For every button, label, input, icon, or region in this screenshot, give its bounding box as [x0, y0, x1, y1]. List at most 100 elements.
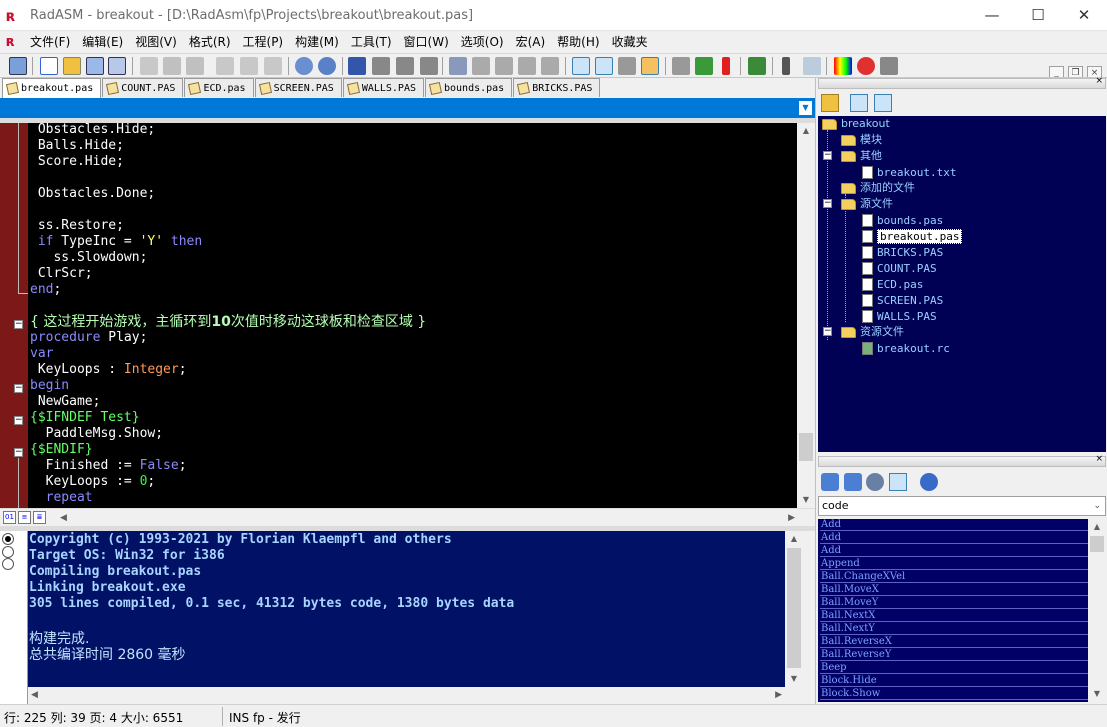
menu-item[interactable]: 文件(F) [24, 31, 76, 53]
code-list-item[interactable]: Ball.NextY [820, 623, 1088, 635]
data-view-icon[interactable] [844, 473, 862, 491]
tree-node-modules[interactable]: 模块 [841, 132, 882, 148]
zoom-icon[interactable] [880, 57, 898, 75]
print-icon[interactable] [9, 57, 27, 75]
toggle-output-icon[interactable] [595, 57, 613, 75]
close-icon[interactable]: × [1095, 76, 1103, 86]
settings-icon[interactable] [866, 473, 884, 491]
file-tab[interactable]: COUNT.PAS [102, 78, 184, 97]
line-number-icon[interactable]: 01 [3, 511, 16, 524]
code-text[interactable]: Obstacles.Hide; Balls.Hide; Score.Hide; … [28, 123, 797, 508]
scroll-up-icon[interactable]: ▲ [1088, 519, 1106, 535]
fold-icon[interactable]: − [14, 416, 23, 425]
menu-item[interactable]: 构建(M) [289, 31, 345, 53]
editor-horizontal-scrollbar[interactable]: ◀ ▶ [58, 510, 797, 526]
help-icon[interactable] [748, 57, 766, 75]
collapse-icon[interactable]: − [823, 199, 832, 208]
scroll-up-icon[interactable]: ▲ [785, 531, 803, 547]
menu-item[interactable]: 收藏夹 [606, 31, 654, 53]
file-tab[interactable]: BRICKS.PAS [513, 78, 601, 97]
output-horizontal-scrollbar[interactable]: ◀ ▶ [28, 687, 785, 704]
file-view-icon[interactable] [850, 94, 868, 112]
convert-case-icon[interactable] [541, 57, 559, 75]
refresh-icon[interactable] [889, 473, 907, 491]
code-list-item[interactable]: Add [820, 545, 1088, 557]
procedure-selector[interactable]: ▼ [0, 98, 815, 118]
open-project-icon[interactable] [821, 94, 839, 112]
tree-file[interactable]: breakout.txt [862, 164, 956, 180]
file-tab[interactable]: breakout.pas [2, 78, 102, 98]
color-picker-icon[interactable] [857, 57, 875, 75]
color-palette-icon[interactable] [834, 57, 852, 75]
menu-item[interactable]: 选项(O) [455, 31, 510, 53]
bookmark-clear-icon[interactable] [420, 57, 438, 75]
tree-file[interactable]: bounds.pas [862, 212, 943, 228]
menu-item[interactable]: 编辑(E) [76, 31, 129, 53]
bookmark-next-icon[interactable] [372, 57, 390, 75]
output-radio[interactable] [2, 546, 14, 558]
tree-file-selected[interactable]: breakout.pas [862, 228, 963, 244]
code-editor[interactable]: − − − − Obstacles.Hide; Balls.Hide; Scor… [0, 123, 797, 508]
menu-item[interactable]: 视图(V) [129, 31, 183, 53]
output-radio[interactable] [2, 533, 14, 545]
tree-file[interactable]: breakout.rc [862, 340, 950, 356]
copy-icon[interactable] [163, 57, 181, 75]
notepad-icon[interactable] [803, 57, 821, 75]
find-icon[interactable] [295, 57, 313, 75]
toggle-project-icon[interactable] [572, 57, 590, 75]
save-icon[interactable] [86, 57, 104, 75]
code-view-icon[interactable] [821, 473, 839, 491]
save-all-icon[interactable] [108, 57, 126, 75]
code-list-item[interactable]: Ball.MoveX [820, 584, 1088, 596]
output-panel[interactable]: Copyright (c) 1993-2021 by Florian Klaem… [28, 531, 785, 687]
fold-icon[interactable]: − [14, 448, 23, 457]
scroll-thumb[interactable] [787, 548, 801, 668]
tree-node-other[interactable]: 其他 [841, 148, 882, 164]
code-list-item[interactable]: Block.Show [820, 688, 1088, 700]
expand-icon[interactable]: ≡ [18, 511, 31, 524]
scroll-down-icon[interactable]: ▼ [1088, 686, 1106, 702]
indent-icon[interactable] [449, 57, 467, 75]
collapse-icon[interactable]: − [823, 151, 832, 160]
open-file-icon[interactable] [63, 57, 81, 75]
fold-icon[interactable]: − [14, 320, 23, 329]
file-tab[interactable]: ECD.pas [184, 78, 254, 97]
scroll-thumb[interactable] [1090, 536, 1104, 552]
build-icon[interactable] [672, 57, 690, 75]
new-file-icon[interactable] [40, 57, 58, 75]
globe-icon[interactable] [920, 473, 938, 491]
run-icon[interactable] [722, 57, 730, 75]
tree-node-added[interactable]: 添加的文件 [841, 180, 915, 196]
scroll-thumb[interactable] [799, 433, 813, 461]
undo-icon[interactable] [216, 57, 234, 75]
chevron-down-icon[interactable]: ▼ [799, 101, 812, 115]
code-list-scrollbar[interactable]: ▲ ▼ [1088, 519, 1106, 702]
menu-item[interactable]: 帮助(H) [551, 31, 605, 53]
collapse-icon[interactable]: ≣ [33, 511, 46, 524]
tree-root[interactable]: breakout [822, 116, 890, 132]
maximize-button[interactable]: ☐ [1015, 0, 1061, 31]
code-type-select[interactable]: code ⌄ [818, 496, 1106, 516]
menu-item[interactable]: 格式(R) [183, 31, 237, 53]
tools-icon[interactable] [618, 57, 636, 75]
close-button[interactable]: ✕ [1061, 0, 1107, 31]
code-list-item[interactable]: Add [820, 519, 1088, 531]
tree-node-resources[interactable]: 资源文件 [841, 324, 904, 340]
tree-file[interactable]: COUNT.PAS [862, 260, 937, 276]
code-list-item[interactable]: Block.Hide [820, 675, 1088, 687]
fold-icon[interactable]: − [14, 384, 23, 393]
tree-file[interactable]: BRICKS.PAS [862, 244, 943, 260]
scroll-down-icon[interactable]: ▼ [797, 492, 815, 508]
scroll-down-icon[interactable]: ▼ [785, 671, 803, 687]
output-vertical-scrollbar[interactable]: ▲ ▼ [785, 531, 803, 687]
tree-node-source[interactable]: 源文件 [841, 196, 893, 212]
editor-vertical-scrollbar[interactable]: ▲ ▼ [797, 123, 815, 508]
code-list-item[interactable]: Beep [820, 662, 1088, 674]
menu-item[interactable]: 宏(A) [510, 31, 552, 53]
cut-icon[interactable] [140, 57, 158, 75]
code-list-item[interactable]: Ball.ReverseY [820, 649, 1088, 661]
delete-icon[interactable] [264, 57, 282, 75]
tree-file[interactable]: WALLS.PAS [862, 308, 937, 324]
scroll-up-icon[interactable]: ▲ [797, 123, 815, 139]
file-tab[interactable]: WALLS.PAS [342, 78, 424, 97]
